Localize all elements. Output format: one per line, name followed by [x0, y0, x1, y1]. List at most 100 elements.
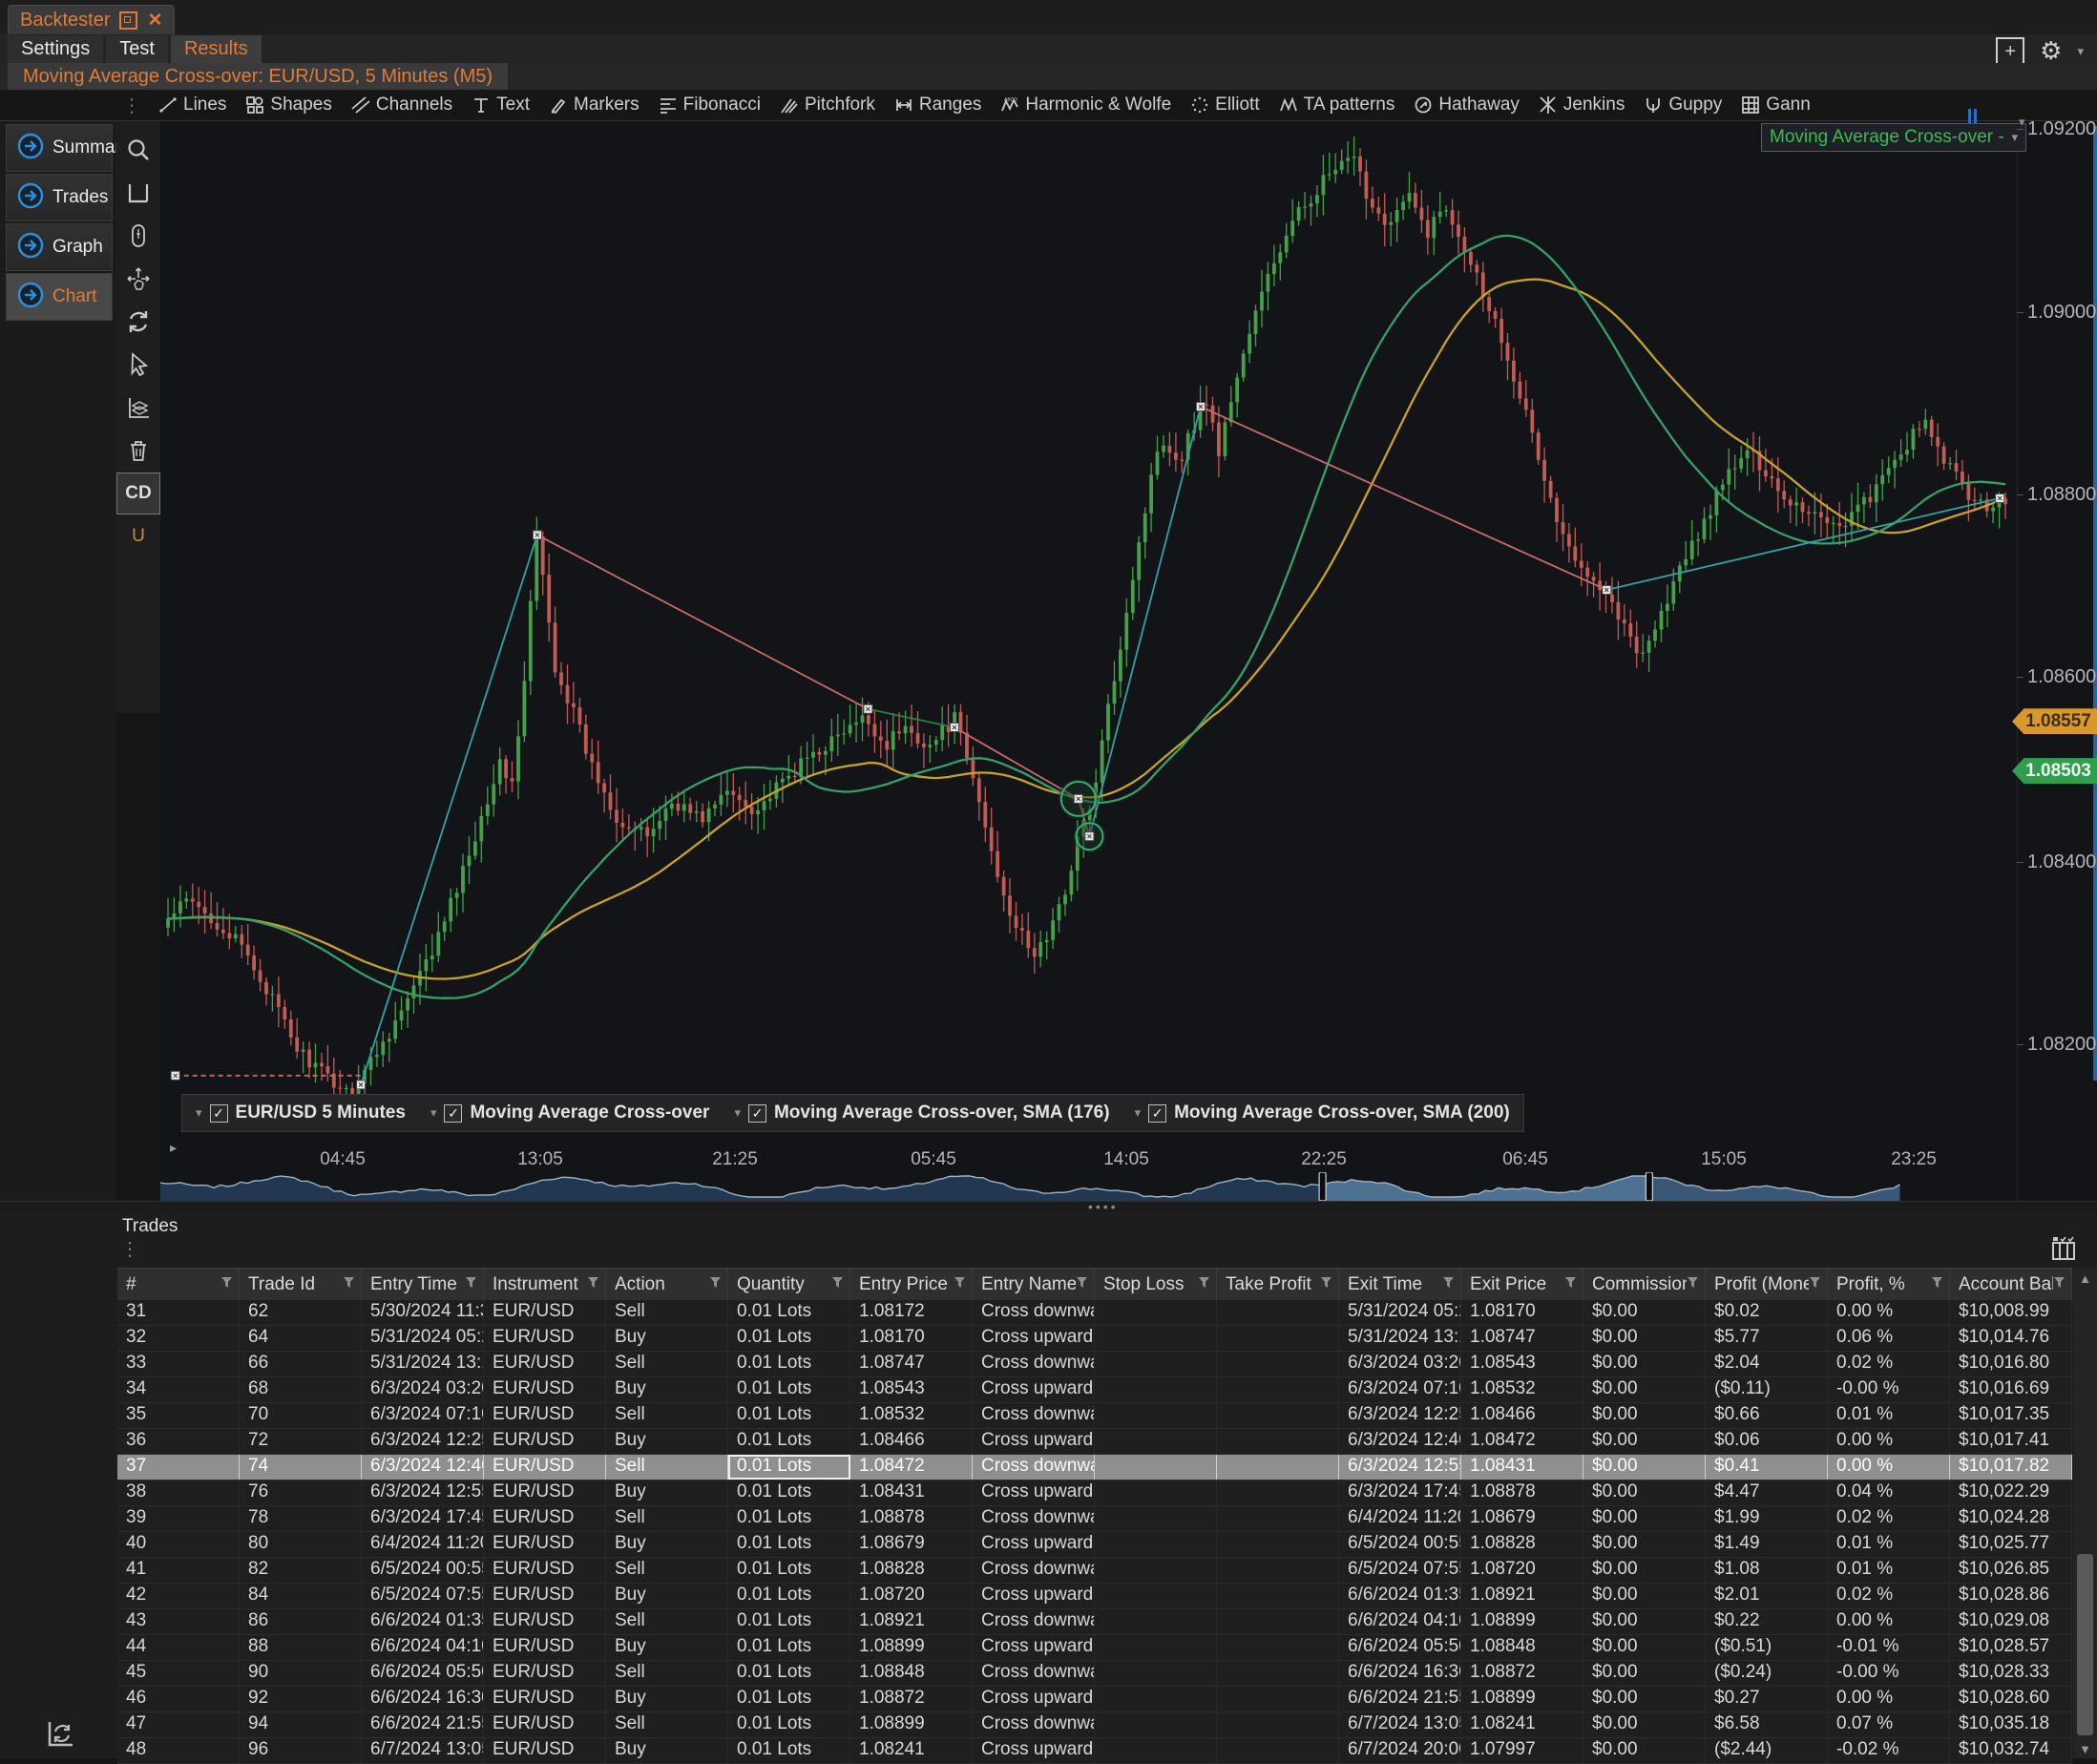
column-header-profit-money-[interactable]: Profit (Money)	[1706, 1269, 1828, 1300]
filter-funnel-icon[interactable]	[1320, 1276, 1332, 1293]
draw-tool-text[interactable]: Text	[472, 94, 530, 116]
select-region-icon[interactable]	[116, 172, 160, 214]
column-header-entry-name[interactable]: Entry Name	[973, 1269, 1095, 1300]
column-header-quantity[interactable]: Quantity	[728, 1269, 850, 1300]
filter-funnel-icon[interactable]	[1809, 1276, 1821, 1293]
column-chooser-icon[interactable]	[2048, 1233, 2079, 1269]
column-header-entry-price[interactable]: Entry Price	[850, 1269, 973, 1300]
filter-funnel-icon[interactable]	[1564, 1276, 1577, 1293]
column-header-take-profit[interactable]: Take Profit	[1217, 1269, 1339, 1300]
sidebar-item-chart[interactable]: Chart	[6, 273, 113, 321]
draw-tool-ta-patterns[interactable]: TA patterns	[1279, 94, 1395, 116]
draw-tool-elliott[interactable]: Elliott	[1190, 94, 1259, 116]
backtester-tab[interactable]: Backtester ✕	[8, 5, 175, 35]
tool-u[interactable]: U	[116, 515, 160, 557]
filter-funnel-icon[interactable]	[587, 1276, 599, 1293]
draw-tool-shapes[interactable]: Shapes	[245, 94, 331, 116]
chart-refresh-icon[interactable]	[42, 1716, 76, 1755]
sidebar-item-graph[interactable]: Graph	[6, 223, 113, 271]
legend-checkbox[interactable]: ✓	[444, 1104, 462, 1123]
sidebar-item-summary[interactable]: Summary	[6, 124, 113, 172]
filter-funnel-icon[interactable]	[831, 1276, 844, 1293]
table-row[interactable]: 35706/3/2024 07:10:00EUR/USDSell0.01 Lot…	[117, 1403, 2072, 1429]
draw-tool-gann[interactable]: Gann	[1741, 94, 1810, 116]
filter-funnel-icon[interactable]	[954, 1276, 966, 1293]
cursor-icon[interactable]	[116, 344, 160, 386]
column-header-entry-time[interactable]: Entry Time	[362, 1269, 484, 1300]
table-row[interactable]: 44886/6/2024 04:10:00EUR/USDBuy0.01 Lots…	[117, 1635, 2072, 1661]
scroll-down-icon[interactable]: ▼	[2073, 1742, 2097, 1756]
trades-scrollbar[interactable]: ▲ ▼	[2073, 1268, 2097, 1758]
column-header-profit-%[interactable]: Profit, %	[1828, 1269, 1950, 1300]
popout-icon[interactable]	[119, 11, 137, 30]
add-chart-icon[interactable]: +	[1996, 37, 2024, 66]
menu-tab-settings[interactable]: Settings	[8, 35, 103, 63]
depth-icon[interactable]	[116, 387, 160, 429]
chevron-down-icon[interactable]: ▾	[734, 1105, 741, 1121]
table-row[interactable]: 43866/6/2024 01:35:00EUR/USDSell0.01 Lot…	[117, 1609, 2072, 1635]
draw-tool-ranges[interactable]: Ranges	[894, 94, 982, 116]
mouse-scroll-icon[interactable]	[116, 215, 160, 257]
table-row[interactable]: 32645/31/2024 05:20:00EUR/USDBuy0.01 Lot…	[117, 1326, 2072, 1352]
scroll-up-icon[interactable]: ▲	[2073, 1271, 2097, 1286]
filter-funnel-icon[interactable]	[1931, 1276, 1943, 1293]
filter-funnel-icon[interactable]	[343, 1276, 355, 1293]
refresh-icon[interactable]	[116, 301, 160, 343]
draw-tool-channels[interactable]: Channels	[351, 94, 452, 116]
gear-caret-icon[interactable]: ▾	[2077, 44, 2084, 59]
filter-funnel-icon[interactable]	[465, 1276, 477, 1293]
draw-tool-guppy[interactable]: Guppy	[1644, 94, 1722, 116]
filter-funnel-icon[interactable]	[2053, 1276, 2066, 1293]
table-row[interactable]: 46926/6/2024 16:30:00EUR/USDBuy0.01 Lots…	[117, 1687, 2072, 1712]
table-row[interactable]: 33665/31/2024 13:15:00EUR/USDSell0.01 Lo…	[117, 1352, 2072, 1377]
legend-checkbox[interactable]: ✓	[1148, 1104, 1166, 1123]
table-row[interactable]: 41826/5/2024 00:55:00EUR/USDSell0.01 Lot…	[117, 1558, 2072, 1584]
tool-cd[interactable]: CD	[116, 472, 160, 514]
table-row[interactable]: 36726/3/2024 12:25:00EUR/USDBuy0.01 Lots…	[117, 1429, 2072, 1455]
gear-icon[interactable]: ⚙	[2040, 36, 2062, 66]
column-header-commission[interactable]: Commission	[1583, 1269, 1706, 1300]
column-header-account-balance[interactable]: Account Balance	[1950, 1269, 2072, 1300]
column-header-trade-id[interactable]: Trade Id	[240, 1269, 362, 1300]
filter-funnel-icon[interactable]	[1076, 1276, 1088, 1293]
navigator-handle[interactable]	[1646, 1172, 1652, 1201]
table-row[interactable]: 31625/30/2024 11:35:00EUR/USDSell0.01 Lo…	[117, 1300, 2072, 1326]
table-row[interactable]: 34686/3/2024 03:20:00EUR/USDBuy0.01 Lots…	[117, 1377, 2072, 1403]
column-header-stop-loss[interactable]: Stop Loss	[1095, 1269, 1217, 1300]
table-row[interactable]: 45906/6/2024 05:50:00EUR/USDSell0.01 Lot…	[117, 1661, 2072, 1687]
draw-tool-markers[interactable]: Markers	[549, 94, 640, 116]
table-row[interactable]: 39786/3/2024 17:45:00EUR/USDSell0.01 Lot…	[117, 1506, 2072, 1532]
table-row[interactable]: 40806/4/2024 11:20:00EUR/USDBuy0.01 Lots…	[117, 1532, 2072, 1558]
table-row[interactable]: 47946/6/2024 21:55:00EUR/USDSell0.01 Lot…	[117, 1712, 2072, 1738]
table-row[interactable]: 42846/5/2024 07:55:00EUR/USDBuy0.01 Lots…	[117, 1584, 2072, 1609]
filter-funnel-icon[interactable]	[220, 1276, 233, 1293]
axis-collapse-icon[interactable]: ▾	[2019, 115, 2025, 130]
expand-arrow-icon[interactable]: ▸	[170, 1140, 177, 1156]
draw-tool-harmonic-wolfe[interactable]: ABCDHarmonic & Wolfe	[1000, 94, 1171, 116]
table-row[interactable]: 48966/7/2024 13:05:00EUR/USDBuy0.01 Lots…	[117, 1738, 2072, 1764]
strategy-status-dropdown[interactable]: Moving Average Cross-over - Running ▾	[1761, 123, 2026, 152]
pan-icon[interactable]	[116, 258, 160, 300]
draw-tool-fibonacci[interactable]: Fibonacci	[659, 94, 761, 116]
chevron-down-icon[interactable]: ▾	[1135, 1105, 1142, 1121]
column-header-instrument[interactable]: Instrument	[484, 1269, 606, 1300]
filter-funnel-icon[interactable]	[1442, 1276, 1455, 1293]
chevron-down-icon[interactable]: ▾	[430, 1105, 437, 1121]
draw-tool-jenkins[interactable]: Jenkins	[1539, 94, 1625, 116]
trash-icon[interactable]	[116, 430, 160, 472]
column-header-exit-time[interactable]: Exit Time	[1339, 1269, 1461, 1300]
filter-funnel-icon[interactable]	[1198, 1276, 1210, 1293]
legend-checkbox[interactable]: ✓	[210, 1104, 228, 1123]
draw-tool-pitchfork[interactable]: Pitchfork	[780, 94, 875, 116]
legend-checkbox[interactable]: ✓	[748, 1104, 766, 1123]
filter-funnel-icon[interactable]	[709, 1276, 722, 1293]
zoom-icon[interactable]	[116, 129, 160, 171]
close-icon[interactable]: ✕	[147, 10, 162, 32]
trades-grip[interactable]: ⋮	[120, 1237, 137, 1261]
navigator-handle[interactable]	[1319, 1172, 1326, 1201]
scrollbar-thumb[interactable]	[2077, 1554, 2093, 1735]
candlestick-chart[interactable]	[160, 121, 2017, 1097]
chevron-down-icon[interactable]: ▾	[2011, 130, 2018, 145]
sidebar-item-trades[interactable]: Trades	[6, 174, 113, 221]
column-header-#[interactable]: #	[117, 1269, 240, 1300]
